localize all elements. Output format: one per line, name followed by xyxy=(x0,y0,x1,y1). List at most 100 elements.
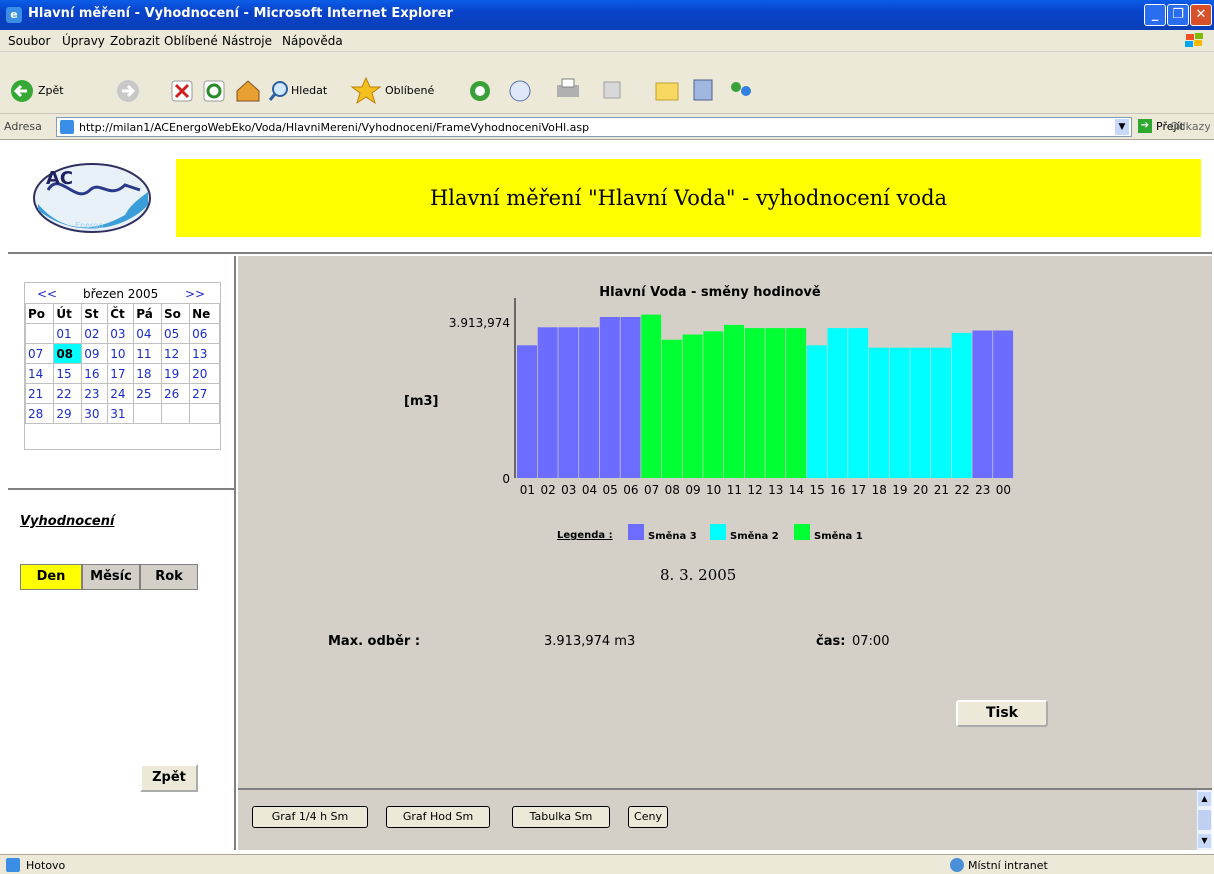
refresh-icon[interactable] xyxy=(203,80,225,102)
bar-22 xyxy=(951,332,972,478)
search-icon[interactable] xyxy=(268,81,288,101)
year-button[interactable]: Rok xyxy=(140,564,198,590)
calendar-day[interactable]: 28 xyxy=(24,403,55,424)
calendar-day-selected[interactable]: 08 xyxy=(53,343,83,364)
stop-icon[interactable] xyxy=(171,80,193,102)
calendar-day[interactable]: 15 xyxy=(53,363,83,384)
bar-19 xyxy=(889,347,910,478)
legend-swatch xyxy=(794,524,810,540)
calendar-day[interactable]: 09 xyxy=(81,343,109,364)
calendar-day[interactable]: 26 xyxy=(161,383,191,404)
x-tick-label: 18 xyxy=(872,483,887,497)
day-button[interactable]: Den xyxy=(20,564,82,590)
x-tick-label: 12 xyxy=(747,483,762,497)
calendar: << březen 2005 >> Po Út St Čt Pá So Ne 0… xyxy=(24,282,221,450)
calendar-day[interactable]: 06 xyxy=(189,323,220,344)
menu-oblibene[interactable]: Oblíbené xyxy=(164,34,218,48)
search-label[interactable]: Hledat xyxy=(291,84,327,97)
back-button[interactable]: Zpět xyxy=(140,764,198,792)
go-icon[interactable]: ➔ xyxy=(1138,119,1152,133)
calendar-day[interactable]: 05 xyxy=(161,323,191,344)
calendar-day[interactable]: 30 xyxy=(81,403,109,424)
folder-icon[interactable] xyxy=(655,82,679,101)
calendar-day[interactable]: 11 xyxy=(133,343,163,364)
calendar-day[interactable]: 19 xyxy=(161,363,191,384)
calendar-day[interactable]: 12 xyxy=(161,343,191,364)
calendar-day[interactable]: 02 xyxy=(81,323,109,344)
x-tick-labels: 01 02 03 04 05 06 07 08 09 10 11 12 13 14 15 16 17 18 19 20… xyxy=(520,483,1011,497)
messenger-icon[interactable] xyxy=(731,82,751,96)
calendar-dow: Po xyxy=(24,303,55,324)
calendar-day[interactable]: 17 xyxy=(107,363,135,384)
home-icon[interactable] xyxy=(236,80,260,102)
calendar-day[interactable]: 13 xyxy=(189,343,220,364)
menu-soubor[interactable]: Soubor xyxy=(8,34,50,48)
bar-05 xyxy=(599,317,620,478)
calendar-day[interactable]: 16 xyxy=(81,363,109,384)
research-icon[interactable] xyxy=(693,79,713,101)
scroll-down-icon[interactable]: ▼ xyxy=(1198,834,1211,848)
calendar-day[interactable]: 22 xyxy=(53,383,83,404)
address-dropdown-icon[interactable]: ▼ xyxy=(1115,119,1129,135)
calendar-day[interactable]: 14 xyxy=(24,363,55,384)
forward-icon[interactable] xyxy=(117,80,139,102)
calendar-day[interactable]: 10 xyxy=(107,343,135,364)
menu-upravy[interactable]: Úpravy xyxy=(62,34,105,48)
edit-icon[interactable] xyxy=(603,81,621,99)
calendar-day[interactable]: 27 xyxy=(189,383,220,404)
calendar-day[interactable]: 03 xyxy=(107,323,135,344)
back-label[interactable]: Zpět xyxy=(38,84,64,97)
calendar-day[interactable]: 18 xyxy=(133,363,163,384)
windows-logo-icon xyxy=(1185,33,1203,47)
mail-icon[interactable] xyxy=(509,80,531,102)
prices-button[interactable]: Ceny xyxy=(628,806,668,828)
print-button[interactable]: Tisk xyxy=(956,700,1048,727)
scroll-up-icon[interactable]: ▲ xyxy=(1198,792,1211,806)
intranet-icon xyxy=(950,858,964,872)
month-button[interactable]: Měsíc xyxy=(82,564,140,590)
bar-16 xyxy=(827,328,848,478)
favorites-label[interactable]: Oblíbené xyxy=(385,84,434,97)
favorites-icon[interactable] xyxy=(350,76,382,105)
bar-11 xyxy=(724,324,744,478)
print-icon[interactable] xyxy=(557,78,579,97)
back-icon[interactable] xyxy=(11,80,33,102)
bar-13 xyxy=(765,328,786,478)
graph-hourly-button[interactable]: Graf Hod Sm xyxy=(386,806,490,828)
x-tick-label: 00 xyxy=(996,483,1011,497)
calendar-day[interactable]: 07 xyxy=(24,343,55,364)
table-button[interactable]: Tabulka Sm xyxy=(512,806,610,828)
calendar-day[interactable]: 29 xyxy=(53,403,83,424)
scroll-thumb[interactable] xyxy=(1198,810,1211,830)
x-tick-label: 02 xyxy=(540,483,555,497)
calendar-day[interactable]: 24 xyxy=(107,383,135,404)
x-tick-label: 15 xyxy=(809,483,824,497)
calendar-day[interactable]: 04 xyxy=(133,323,163,344)
maximize-icon[interactable]: ❐ xyxy=(1167,4,1189,26)
calendar-day[interactable]: 25 xyxy=(133,383,163,404)
graph-quarter-hour-button[interactable]: Graf 1/4 h Sm xyxy=(252,806,368,828)
menu-napoveda[interactable]: Nápověda xyxy=(282,34,343,48)
calendar-dow: So xyxy=(161,303,191,324)
calendar-next[interactable]: >> xyxy=(185,287,205,301)
legend-label: Směna 1 xyxy=(814,530,863,542)
scrollbar[interactable]: ▲ ▼ xyxy=(1196,790,1212,850)
bar-17 xyxy=(848,328,869,478)
calendar-day[interactable]: 20 xyxy=(189,363,220,384)
calendar-day[interactable]: 01 xyxy=(53,323,83,344)
max-value: 3.913,974 m3 xyxy=(544,634,636,649)
menu-zobrazit[interactable]: Zobrazit xyxy=(110,34,160,48)
minimize-icon[interactable]: _ xyxy=(1144,4,1166,26)
history-icon[interactable] xyxy=(470,81,490,101)
calendar-prev[interactable]: << xyxy=(37,287,57,301)
zone-text: Místní intranet xyxy=(968,859,1048,872)
calendar-day[interactable]: 23 xyxy=(81,383,109,404)
x-tick-label: 06 xyxy=(623,483,638,497)
calendar-day[interactable]: 31 xyxy=(107,403,135,424)
close-icon[interactable]: ✕ xyxy=(1190,4,1212,26)
calendar-day[interactable]: 21 xyxy=(24,383,55,404)
links-label[interactable]: Odkazy xyxy=(1170,120,1210,133)
menu-nastroje[interactable]: Nástroje xyxy=(222,34,272,48)
address-input[interactable]: http://milan1/ACEnergoWebEko/Voda/Hlavni… xyxy=(56,117,1132,137)
window-title-bar[interactable]: e Hlavní měření - Vyhodnocení - Microsof… xyxy=(0,0,1214,30)
